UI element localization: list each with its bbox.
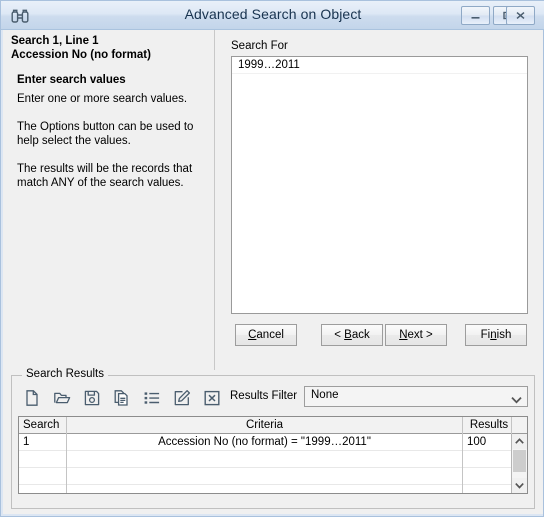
instructions-heading: Search 1, Line 1 Accession No (no format… — [11, 34, 211, 62]
new-icon[interactable] — [20, 386, 44, 410]
scroll-up-icon[interactable] — [512, 434, 527, 449]
cell-empty-criteria — [67, 451, 463, 468]
cell-search: 1 — [19, 434, 67, 451]
back-button[interactable]: < Back — [321, 324, 383, 346]
instructions-paragraph-1: Enter one or more search values. — [17, 93, 188, 105]
column-header-search[interactable]: Search — [19, 417, 67, 434]
delete-icon[interactable] — [200, 386, 224, 410]
save-icon[interactable] — [80, 386, 104, 410]
list-icon[interactable] — [140, 386, 164, 410]
cell-results: 100 — [463, 434, 512, 451]
cell-criteria: Accession No (no format) = "1999…2011" — [67, 434, 463, 451]
cell-empty-search — [19, 468, 67, 485]
wizard-panel: Search For 1999…2011 Cancel < Back Next … — [227, 36, 535, 368]
cell-empty-search — [19, 451, 67, 468]
scroll-down-icon[interactable] — [512, 478, 527, 493]
minimize-button[interactable] — [461, 6, 490, 25]
edit-icon[interactable] — [170, 386, 194, 410]
list-item[interactable]: 1999…2011 — [232, 57, 527, 74]
search-results-legend: Search Results — [22, 368, 108, 380]
search-for-listbox[interactable]: 1999…2011 — [231, 56, 528, 314]
instructions-heading-line1: Search 1, Line 1 — [11, 35, 99, 47]
column-header-criteria[interactable]: Criteria — [67, 417, 463, 434]
search-for-label: Search For — [231, 40, 288, 52]
results-filter-label: Results Filter — [230, 390, 298, 402]
table-header-row: Search Criteria Results — [19, 417, 527, 434]
results-table: Search Criteria Results 1 Accession No (… — [18, 416, 528, 494]
column-header-results[interactable]: Results — [463, 417, 512, 434]
scrollbar-thumb[interactable] — [513, 450, 526, 472]
instructions-paragraph-2: The Options button can be used to help s… — [17, 121, 194, 147]
title-bar: Advanced Search on Object — [1, 1, 544, 30]
cell-empty-criteria — [67, 468, 463, 485]
instructions-heading-line2: Accession No (no format) — [11, 49, 151, 61]
search-results-group: Search Results Results Filter None Searc… — [11, 368, 535, 509]
table-row-empty — [19, 485, 527, 493]
table-vertical-scrollbar[interactable] — [511, 434, 527, 493]
instructions-subheading: Enter search values — [17, 74, 126, 86]
copy-icon[interactable] — [110, 386, 134, 410]
table-row-empty — [19, 451, 527, 468]
next-button[interactable]: Next > — [385, 324, 447, 346]
cell-empty-results — [463, 485, 512, 493]
cell-empty-criteria — [67, 485, 463, 493]
open-icon[interactable] — [50, 386, 74, 410]
wizard-button-row: Cancel < Back Next > Finish — [227, 324, 535, 348]
finish-button[interactable]: Finish — [465, 324, 527, 346]
results-filter-value: None — [311, 389, 339, 401]
chevron-down-icon — [511, 393, 522, 407]
close-button[interactable] — [506, 6, 535, 25]
cell-empty-search — [19, 485, 67, 493]
table-row-empty — [19, 468, 527, 485]
instructions-panel: Search 1, Line 1 Accession No (no format… — [3, 30, 215, 370]
advanced-search-window: Advanced Search on Object Search 1, Line… — [0, 0, 544, 517]
instructions-paragraph-3: The results will be the records that mat… — [17, 163, 193, 189]
results-filter-select[interactable]: None — [304, 386, 528, 407]
table-row[interactable]: 1 Accession No (no format) = "1999…2011"… — [19, 434, 527, 451]
cell-empty-results — [463, 451, 512, 468]
results-toolbar — [20, 386, 230, 412]
cancel-button[interactable]: Cancel — [235, 324, 297, 346]
window-content: Search 1, Line 1 Accession No (no format… — [3, 30, 543, 514]
cell-empty-results — [463, 468, 512, 485]
